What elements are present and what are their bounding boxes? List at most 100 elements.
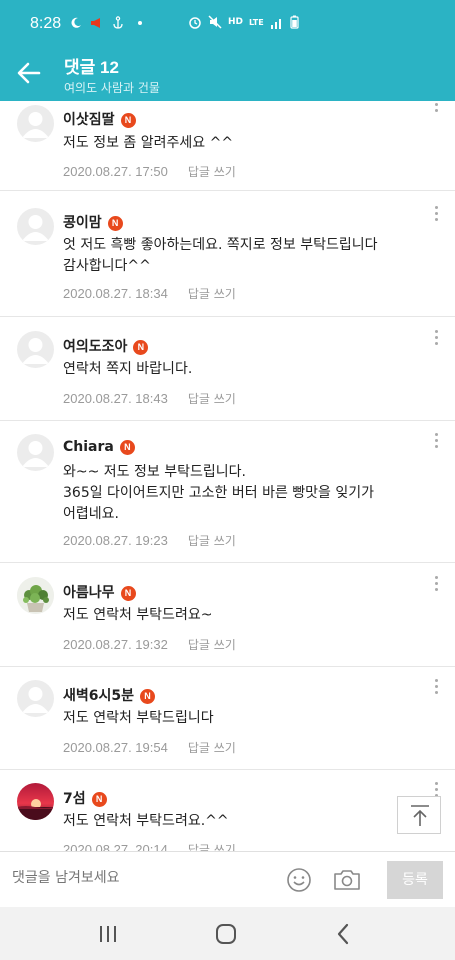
dot-icon [138,20,142,25]
more-options-icon[interactable] [432,433,440,453]
lte-label: LTE [249,17,264,27]
comment-author[interactable]: Chiara N [63,439,135,455]
more-options-icon[interactable] [432,330,440,350]
reply-link[interactable]: 답글 쓰기 [188,534,236,548]
page-subtitle: 여의도 사람과 건물 [64,81,160,95]
more-options-icon[interactable] [432,576,440,596]
comment-line: 어렵네요. [63,506,119,522]
sunset-avatar-image [17,783,54,820]
comment-author[interactable]: 이삿짐딸 N [63,109,136,129]
comment-date: 2020.08.27. 17:50 [63,164,168,179]
avatar[interactable] [17,783,54,820]
author-name: 콩이맘 [63,215,102,231]
comment-input-bar: 등록 [0,851,455,907]
comment-date: 2020.08.27. 18:34 [63,286,168,301]
default-avatar-icon [22,441,49,467]
comment-list[interactable]: 이삿짐딸 N 저도 정보 좀 알려주세요 ^^ 2020.08.27. 17:50… [0,101,455,851]
comment-line: 저도 연락처 부탁드려요~ [63,607,213,623]
more-options-icon[interactable] [432,679,440,699]
comment-author[interactable]: 여의도조아 N [63,336,149,356]
comment-meta: 2020.08.27. 19:54 답글 쓰기 [63,739,236,756]
avatar[interactable] [17,208,54,245]
new-badge: N [91,792,107,807]
status-right-icons: HD LTE [188,15,299,29]
comment-item: 새벽6시5분 N 저도 연락처 부탁드립니다 2020.08.27. 19:54 답… [0,667,455,770]
comment-item: 콩이맘 N 엇 저도 흑빵 좋아하는데요. 쪽지로 정보 부탁드립니다 감사합니다^… [0,191,455,317]
comment-line: 저도 연락처 부탁드려요.^^ [63,813,229,829]
default-avatar-icon [22,215,49,241]
author-name: 여의도조아 [63,339,128,355]
avatar[interactable] [17,577,54,614]
author-name: 아름나무 [63,585,115,601]
comment-meta: 2020.08.27. 20:14 답글 쓰기 [63,841,236,851]
system-nav-bar [0,907,455,960]
avatar[interactable] [17,331,54,368]
reply-link[interactable]: 답글 쓰기 [188,287,236,301]
more-options-icon[interactable] [432,101,440,117]
status-left-icons [70,16,142,29]
author-name: 7섬 [63,791,86,807]
comment-item: 여의도조아 N 연락처 쪽지 바랍니다. 2020.08.27. 18:43 답글 … [0,317,455,421]
alarm-icon [189,17,201,29]
comment-line: 365일 다이어트지만 고소한 버터 바른 빵맛을 잊기가 [63,485,375,501]
mute-icon [208,15,222,29]
home-icon[interactable] [215,923,237,945]
app-header: 댓글 12 여의도 사람과 건물 [0,44,455,101]
comment-text: 저도 연락처 부탁드려요.^^ [63,811,433,832]
emoji-icon[interactable] [286,867,312,893]
comment-item: 7섬 N 저도 연락처 부탁드려요.^^ 2020.08.27. 20:14 답글 … [0,770,455,851]
anchor-icon [113,16,123,29]
comment-text: 연락처 쪽지 바랍니다. [63,359,433,380]
author-name: 이삿짐딸 [63,112,115,128]
moon-icon [71,17,81,28]
reply-link[interactable]: 답글 쓰기 [188,165,236,179]
comment-line: 저도 정보 좀 알려주세요 ^^ [63,135,234,151]
back-icon[interactable] [336,923,350,945]
comment-input[interactable] [12,870,272,886]
new-badge: N [119,440,135,455]
comment-date: 2020.08.27. 19:54 [63,740,168,755]
comment-author[interactable]: 7섬 N [63,788,107,808]
author-name: Chiara [63,439,114,455]
new-badge: N [140,689,156,704]
new-badge: N [120,586,136,601]
comment-date: 2020.08.27. 20:14 [63,842,168,851]
comment-date: 2020.08.27. 18:43 [63,391,168,406]
reply-link[interactable]: 답글 쓰기 [188,638,236,652]
camera-icon[interactable] [333,868,361,892]
arrow-up-icon [411,805,429,826]
comment-line: 엇 저도 흑빵 좋아하는데요. 쪽지로 정보 부탁드립니다 [63,237,378,253]
comment-item: 아름나무 N 저도 연락처 부탁드려요~ 2020.08.27. 19:32 답글 … [0,563,455,667]
comment-text: 엇 저도 흑빵 좋아하는데요. 쪽지로 정보 부탁드립니다 감사합니다^^ [63,235,433,277]
default-avatar-icon [22,112,49,138]
comment-meta: 2020.08.27. 19:32 답글 쓰기 [63,636,236,653]
comment-author[interactable]: 아름나무 N [63,582,136,602]
comment-meta: 2020.08.27. 18:43 답글 쓰기 [63,390,236,407]
more-options-icon[interactable] [432,206,440,226]
comment-author[interactable]: 새벽6시5분 N [63,685,156,705]
comment-text: 저도 연락처 부탁드려요~ [63,605,433,626]
comment-date: 2020.08.27. 19:23 [63,533,168,548]
comment-text: 저도 정보 좀 알려주세요 ^^ [63,133,433,154]
avatar[interactable] [17,434,54,471]
reply-link[interactable]: 답글 쓰기 [188,741,236,755]
default-avatar-icon [22,338,49,364]
submit-button[interactable]: 등록 [387,861,443,899]
comment-line: 저도 연락처 부탁드립니다 [63,710,214,726]
comment-date: 2020.08.27. 19:32 [63,637,168,652]
author-name: 새벽6시5분 [63,688,135,704]
new-badge: N [120,113,136,128]
comment-author[interactable]: 콩이맘 N [63,212,123,232]
reply-link[interactable]: 답글 쓰기 [188,392,236,406]
back-arrow-icon[interactable] [14,58,44,88]
avatar[interactable] [17,680,54,717]
comment-line: 와~~ 저도 정보 부탁드립니다. [63,464,246,480]
scroll-to-top-button[interactable] [397,796,441,834]
reply-link[interactable]: 답글 쓰기 [188,843,236,851]
recent-apps-icon[interactable] [98,925,118,943]
battery-icon [290,15,299,29]
new-badge: N [107,216,123,231]
comment-text: 와~~ 저도 정보 부탁드립니다. 365일 다이어트지만 고소한 버터 바른 빵… [63,462,433,525]
page-title: 댓글 12 [64,58,119,77]
avatar[interactable] [17,105,54,142]
